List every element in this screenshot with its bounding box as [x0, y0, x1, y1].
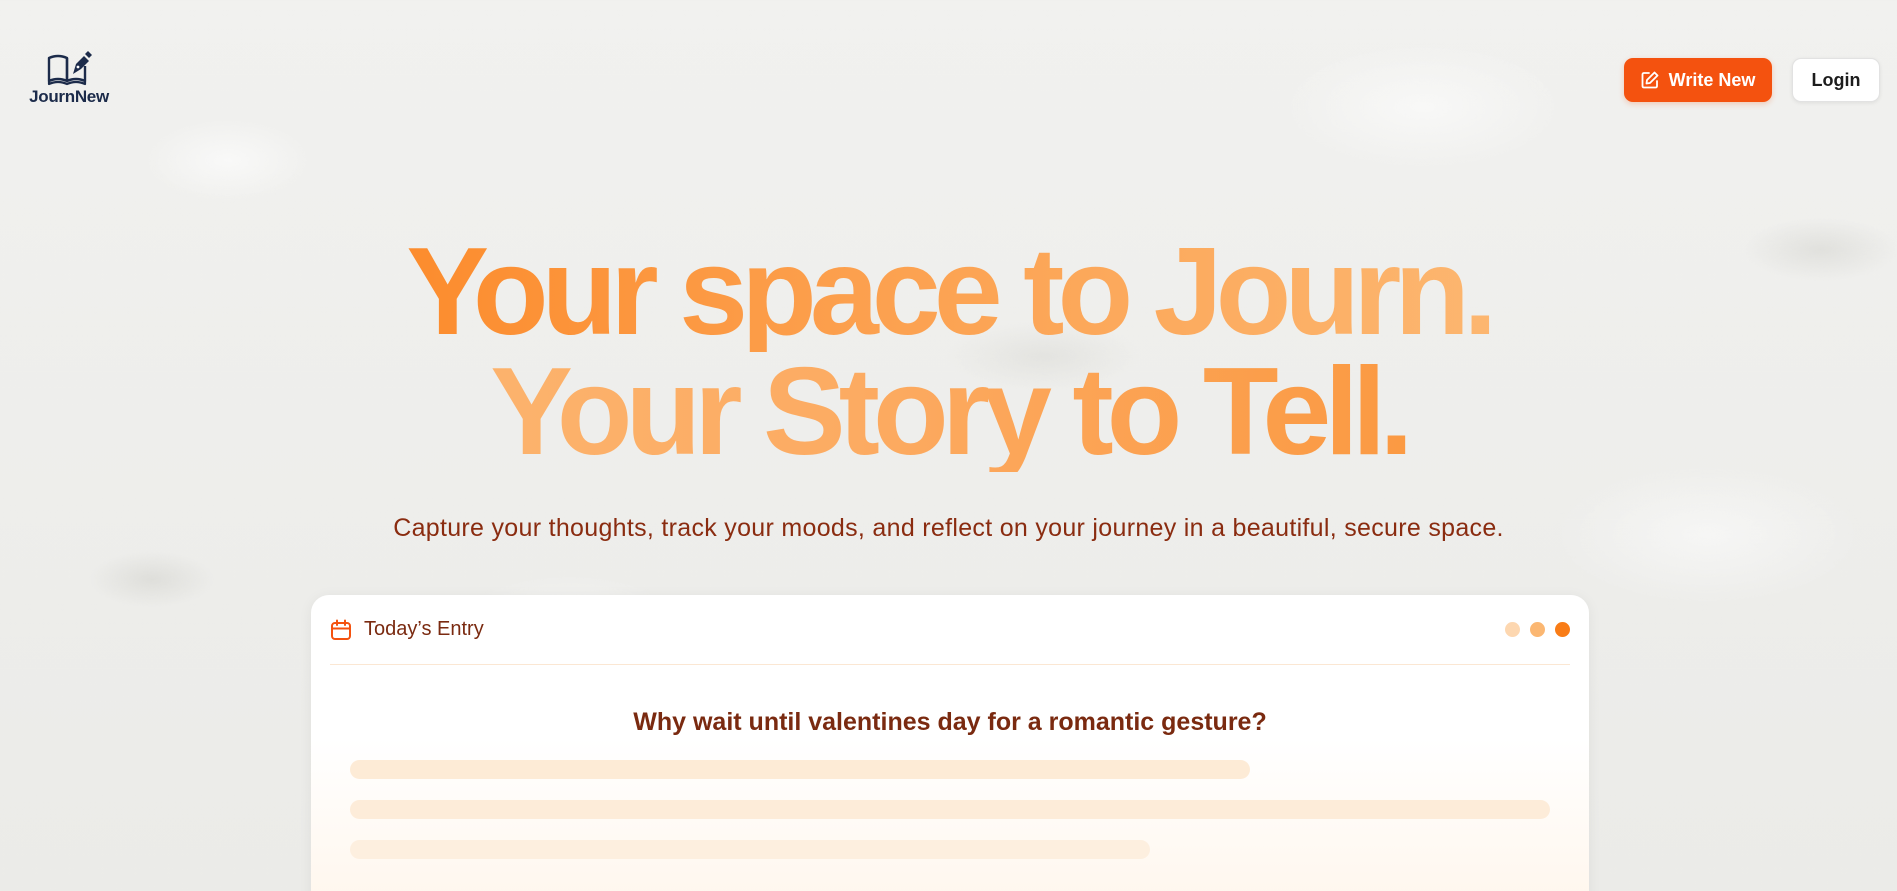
- dot-medium: [1530, 622, 1545, 637]
- brand-name: JournNew: [29, 87, 109, 106]
- edit-icon: [1641, 71, 1659, 89]
- brand-logo[interactable]: JournNew: [28, 50, 110, 107]
- text-placeholder-line: [350, 800, 1550, 819]
- window-dots: [1505, 622, 1570, 637]
- hero-headline-line2: Your Story to Tell.: [0, 350, 1897, 474]
- write-new-button[interactable]: Write New: [1624, 58, 1772, 102]
- hero-headline-line1: Your space to Journ.: [0, 230, 1897, 354]
- login-label: Login: [1811, 69, 1861, 90]
- entry-card-title: Today’s Entry: [364, 618, 484, 640]
- hero-section: Your space to Journ. Your Story to Tell.…: [0, 230, 1897, 543]
- login-button[interactable]: Login: [1792, 58, 1880, 102]
- calendar-icon: [331, 619, 351, 640]
- dot-light: [1505, 622, 1520, 637]
- header-actions: Write New Login: [1624, 58, 1880, 102]
- entry-card: Today’s Entry Why wait until valentines …: [311, 595, 1589, 891]
- text-placeholder-line: [350, 760, 1250, 779]
- entry-prompt: Why wait until valentines day for a roma…: [633, 708, 1267, 736]
- write-new-label: Write New: [1668, 69, 1756, 90]
- text-placeholder-line: [350, 840, 1150, 859]
- hero-subtitle: Capture your thoughts, track your moods,…: [393, 514, 1504, 542]
- dot-dark: [1555, 622, 1570, 637]
- entry-card-header: Today’s Entry: [330, 595, 1570, 665]
- book-pen-icon: [47, 51, 92, 86]
